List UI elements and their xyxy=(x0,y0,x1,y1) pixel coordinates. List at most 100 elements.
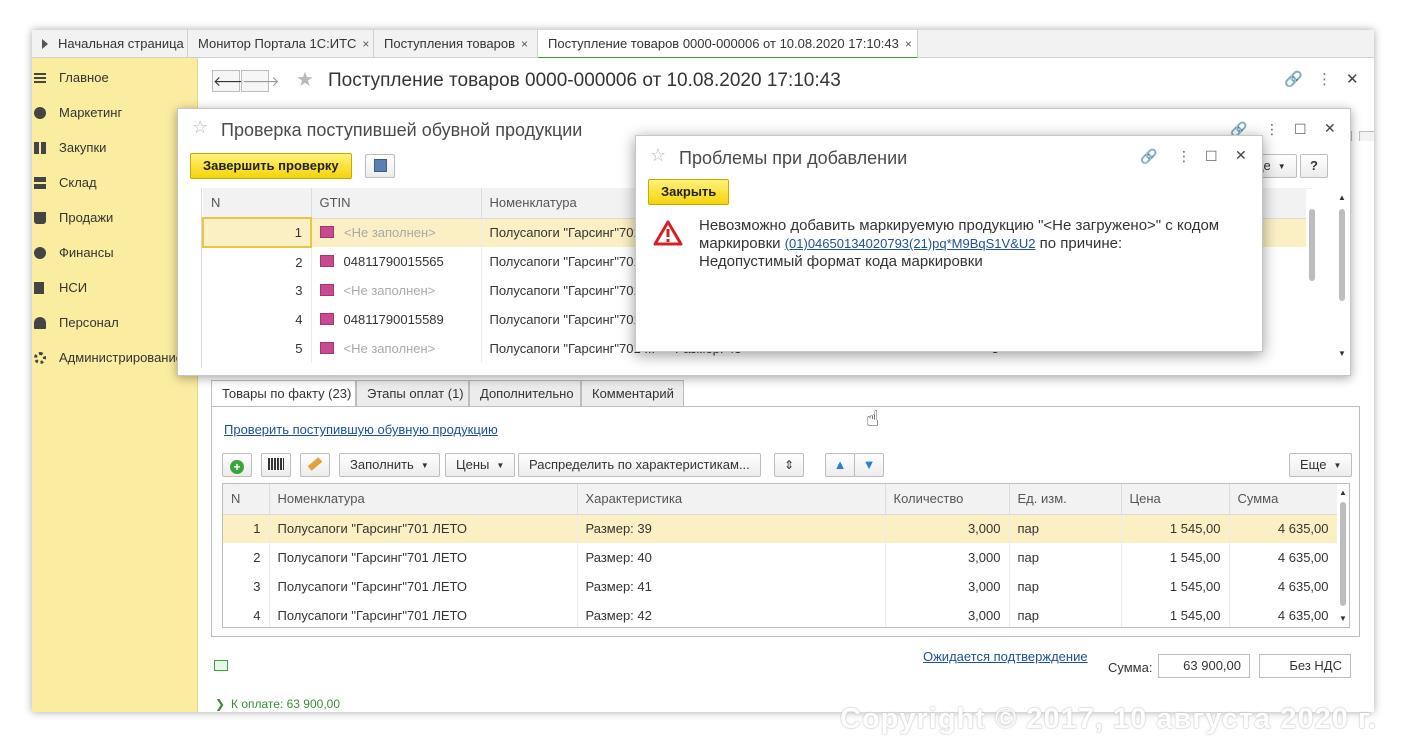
column-header-gtin[interactable]: GTIN xyxy=(311,188,482,219)
pencil-icon xyxy=(307,457,323,471)
close-icon[interactable]: ✕ xyxy=(1346,70,1359,88)
back-button[interactable]: 🡐 xyxy=(212,70,251,92)
tab-comment[interactable]: Комментарий xyxy=(581,380,684,407)
to-pay-label[interactable]: К оплате: 63 900,00 xyxy=(231,697,340,711)
toolbar-button[interactable] xyxy=(1359,131,1374,141)
table-row[interactable]: 2 Полусапоги "Гарсинг"701 ЛЕТО Размер: 4… xyxy=(223,543,1338,572)
close-icon[interactable]: × xyxy=(362,37,369,51)
error-text: по причине: xyxy=(1035,235,1123,252)
column-header-item[interactable]: Номенклатура xyxy=(269,484,578,515)
section-tab-bar: Начальная страница Монитор Портала 1С:ИТ… xyxy=(32,30,1374,59)
error-line-1: Невозможно добавить маркируемую продукци… xyxy=(699,217,1220,234)
star-icon[interactable]: ★ xyxy=(296,67,314,92)
scroll-up-icon[interactable]: ▲ xyxy=(1339,488,1347,497)
tab-label: Поступление товаров 0000-000006 от 10.08… xyxy=(548,36,899,51)
tab-payment-stages[interactable]: Этапы оплат (1) xyxy=(356,380,469,407)
scroll-thumb[interactable] xyxy=(1340,502,1346,606)
sidebar-item-warehouse[interactable]: Склад xyxy=(32,166,198,200)
scan-barcode-button[interactable] xyxy=(261,453,291,477)
prices-button[interactable]: Цены ▼ xyxy=(445,453,516,477)
sidebar-item-personnel[interactable]: Персонал xyxy=(32,306,198,340)
document-status-icon[interactable] xyxy=(214,660,228,671)
expand-button[interactable]: ⇕ xyxy=(774,453,804,477)
maximize-icon[interactable]: ☐ xyxy=(1205,148,1218,165)
forward-button[interactable]: 🡒 xyxy=(241,70,280,92)
awaiting-confirmation-link[interactable]: Ожидается подтверждение xyxy=(923,649,1088,664)
cell-price: 1 545,00 xyxy=(1121,543,1230,572)
close-icon[interactable]: ✕ xyxy=(1324,120,1336,137)
chevron-right-icon[interactable]: ❯ xyxy=(215,697,225,711)
cell-n: 5 xyxy=(203,334,312,363)
inner-scrollbar[interactable] xyxy=(1306,189,1318,365)
close-button[interactable]: Закрыть xyxy=(648,179,730,205)
cell-item: Полусапоги "Гарсинг"701 ЛЕТО xyxy=(269,543,578,572)
page-title: Поступление товаров 0000-000006 от 10.08… xyxy=(328,70,841,91)
scroll-thumb[interactable] xyxy=(1339,209,1345,301)
vat-field[interactable]: Без НДС xyxy=(1259,654,1351,678)
sidebar-item-label: Главное xyxy=(59,70,109,85)
scroll-down-icon[interactable]: ▼ xyxy=(1338,349,1346,358)
save-button[interactable] xyxy=(365,154,395,178)
link-icon[interactable]: 🔗 xyxy=(1140,148,1157,165)
tab-goods-actual[interactable]: Товары по факту (23) xyxy=(211,380,356,407)
fill-button[interactable]: Заполнить ▼ xyxy=(339,453,440,477)
move-down-button[interactable]: ▼ xyxy=(854,453,884,477)
sidebar-item-sales[interactable]: Продажи xyxy=(32,201,198,235)
more-vert-icon[interactable]: ⋮ xyxy=(1177,148,1191,165)
tab-goods-receipt-doc[interactable]: Поступление товаров 0000-000006 от 10.08… xyxy=(538,30,918,59)
cell-item: Полусапоги "Гарсинг"701 ЛЕТО xyxy=(269,514,578,543)
scroll-thumb[interactable] xyxy=(1309,209,1315,281)
pick-goods-button[interactable] xyxy=(300,453,330,477)
column-header-n[interactable]: N xyxy=(203,188,312,219)
table-row[interactable]: 1 Полусапоги "Гарсинг"701 ЛЕТО Размер: 3… xyxy=(223,514,1338,543)
finish-check-button[interactable]: Завершить проверку xyxy=(190,153,352,179)
scroll-down-icon[interactable]: ▼ xyxy=(1339,614,1347,623)
table-row[interactable]: 3 Полусапоги "Гарсинг"701 ЛЕТО Размер: 4… xyxy=(223,572,1338,601)
more-vert-icon[interactable]: ⋮ xyxy=(1317,70,1332,88)
star-icon[interactable]: ☆ xyxy=(192,117,208,138)
cell-unit: пар xyxy=(1009,601,1122,627)
distribute-button-label: Распределить по характеристикам... xyxy=(529,457,750,472)
close-icon[interactable]: × xyxy=(521,37,528,51)
distribute-button[interactable]: Распределить по характеристикам... xyxy=(518,453,761,477)
sidebar-item-label: Администрирование xyxy=(59,350,183,365)
table-row[interactable]: 4 Полусапоги "Гарсинг"701 ЛЕТО Размер: 4… xyxy=(223,601,1338,627)
scroll-up-icon[interactable]: ▲ xyxy=(1338,193,1346,202)
window-scrollbar[interactable]: ▲ ▼ xyxy=(1336,191,1348,367)
tab-goods-receipts[interactable]: Поступления товаров × xyxy=(374,30,538,58)
column-header-sum[interactable]: Сумма xyxy=(1229,484,1338,515)
maximize-icon[interactable]: ☐ xyxy=(1294,121,1307,138)
column-header-n[interactable]: N xyxy=(223,484,270,515)
star-icon[interactable]: ☆ xyxy=(650,145,666,166)
marking-code-link[interactable]: (01)04650134020793(21)pq*M9BqS1V&U2 xyxy=(785,236,1036,251)
menu-icon xyxy=(34,73,46,75)
prices-button-label: Цены xyxy=(456,457,490,472)
more-button[interactable]: Еще ▼ xyxy=(1289,453,1353,477)
tab-additional[interactable]: Дополнительно xyxy=(469,380,581,407)
close-icon[interactable]: × xyxy=(905,37,912,51)
sidebar-item-finance[interactable]: Финансы xyxy=(32,236,198,270)
column-header-unit[interactable]: Ед. изм. xyxy=(1009,484,1122,515)
column-header-qty[interactable]: Количество xyxy=(885,484,1010,515)
tab-home[interactable]: Начальная страница xyxy=(32,30,188,58)
sidebar-item-reference[interactable]: НСИ xyxy=(32,271,198,305)
table-scrollbar[interactable]: ▲ ▼ xyxy=(1337,484,1349,627)
sidebar-item-purchases[interactable]: Закупки xyxy=(32,131,198,165)
cell-sum: 4 635,00 xyxy=(1229,601,1338,627)
check-shoes-link[interactable]: Проверить поступившую обувную продукцию xyxy=(224,422,498,437)
column-header-characteristic[interactable]: Характеристика xyxy=(577,484,886,515)
tab-its-monitor[interactable]: Монитор Портала 1С:ИТС × xyxy=(188,30,374,58)
cell-unit: пар xyxy=(1009,514,1122,543)
cell-n: 2 xyxy=(203,247,312,276)
move-up-button[interactable]: ▲ xyxy=(825,453,855,477)
column-header-price[interactable]: Цена xyxy=(1121,484,1230,515)
sidebar-item-administration[interactable]: Администрирование xyxy=(32,341,198,375)
sidebar-item-marketing[interactable]: Маркетинг xyxy=(32,96,198,130)
more-vert-icon[interactable]: ⋮ xyxy=(1265,121,1279,138)
cell-sum: 4 635,00 xyxy=(1229,572,1338,601)
add-row-button[interactable]: + xyxy=(222,453,252,477)
link-icon[interactable]: 🔗 xyxy=(1284,70,1303,88)
sidebar-item-main[interactable]: Главное xyxy=(32,61,198,95)
close-icon[interactable]: ✕ xyxy=(1235,147,1247,164)
help-button[interactable]: ? xyxy=(1300,154,1328,178)
